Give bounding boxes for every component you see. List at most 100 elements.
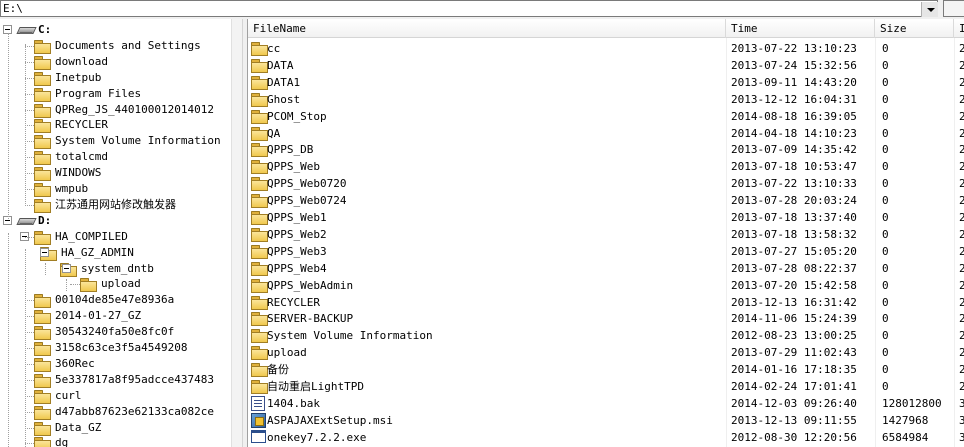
- file-row[interactable]: RECYCLER 2013-12-13 16:31:42 0 2: [248, 294, 964, 311]
- tree-folder-item[interactable]: QPReg_JS_440100012014012: [0, 102, 231, 118]
- tree-folder-item[interactable]: 00104de85e47e8936a: [0, 292, 231, 309]
- file-row[interactable]: QPPS_Web4 2013-07-28 08:22:37 0 2: [248, 260, 964, 277]
- tree-item-label: Inetpub: [55, 70, 102, 84]
- folder-icon: [34, 294, 51, 309]
- tree-folder-item[interactable]: download: [0, 54, 231, 70]
- file-name: DATA: [267, 58, 294, 72]
- tree-folder-item[interactable]: Data_GZ: [0, 420, 231, 436]
- tree-collapse-toggle-icon[interactable]: [62, 263, 71, 273]
- tree-folder-item[interactable]: curl: [0, 388, 231, 404]
- file-row[interactable]: DATA1 2013-09-11 14:43:20 0 2: [248, 74, 964, 91]
- file-row[interactable]: PCOM_Stop 2014-08-18 16:39:05 0 2: [248, 108, 964, 125]
- file-row[interactable]: 自动重启LightTPD 2014-02-24 17:01:41 0 2: [248, 378, 964, 395]
- file-size: 0: [882, 58, 889, 72]
- file-row[interactable]: SERVER-BACKUP 2014-11-06 15:24:39 0 2: [248, 310, 964, 327]
- tree-drive-item[interactable]: C:: [0, 22, 231, 38]
- tree-folder-item[interactable]: wmpub: [0, 181, 231, 197]
- file-row[interactable]: QPPS_Web1 2013-07-18 13:37:40 0 2: [248, 209, 964, 226]
- file-size: 0: [882, 261, 889, 275]
- column-header-time[interactable]: Time: [726, 19, 875, 38]
- file-row[interactable]: Ghost 2013-12-12 16:04:31 0 2: [248, 91, 964, 108]
- tree-connector-line: [25, 141, 34, 143]
- tree-connector-line: [8, 233, 9, 447]
- tree-connector-line: [25, 316, 34, 318]
- tree-item-label: totalcmd: [55, 150, 108, 164]
- file-row[interactable]: upload 2013-07-29 11:02:43 0 2: [248, 344, 964, 361]
- file-row[interactable]: QA 2014-04-18 14:10:23 0 2: [248, 125, 964, 142]
- file-row[interactable]: 备份 2014-01-16 17:18:35 0 2: [248, 361, 964, 378]
- tree-connector-line: [70, 284, 80, 286]
- path-combobox[interactable]: E:\: [0, 0, 938, 17]
- file-time: 2013-07-27 15:05:20: [731, 244, 857, 258]
- tree-folder-item[interactable]: system_dntb: [0, 261, 231, 277]
- file-row[interactable]: QPPS_Web0720 2013-07-22 13:10:33 0 2: [248, 175, 964, 192]
- file-row[interactable]: onekey7.2.2.exe 2012-08-30 12:20:56 658498…: [248, 429, 964, 446]
- file-row[interactable]: QPPS_Web2 2013-07-18 13:58:32 0 2: [248, 226, 964, 243]
- file-attr: 2: [959, 346, 964, 360]
- tree-connector-line: [8, 33, 9, 219]
- file-time: 2014-04-18 14:10:23: [731, 126, 857, 140]
- file-time: 2013-07-20 15:42:58: [731, 278, 857, 292]
- column-header-size[interactable]: Size: [875, 19, 954, 38]
- folder-icon: [34, 103, 51, 118]
- tree-folder-item[interactable]: System Volume Information: [0, 133, 231, 150]
- tree-folder-item[interactable]: d47abb87623e62133ca082ce: [0, 404, 231, 420]
- tree-folder-item[interactable]: HA_COMPILED: [0, 229, 231, 245]
- folder-tree: C: Documents and Settings download Inetpub P…: [0, 19, 242, 447]
- file-row[interactable]: cc 2013-07-22 13:10:23 0 2: [248, 40, 964, 57]
- tree-folder-item[interactable]: Documents and Settings: [0, 38, 231, 54]
- folder-icon: [34, 405, 51, 420]
- tree-connector-line: [25, 379, 34, 381]
- column-header-attr[interactable]: I: [954, 19, 964, 38]
- tree-folder-item[interactable]: RECYCLER: [0, 117, 231, 134]
- tree-item-label: wmpub: [55, 182, 89, 195]
- file-row[interactable]: QPPS_Web0724 2013-07-28 20:03:24 0 2: [248, 192, 964, 209]
- tree-folder-item[interactable]: dg: [0, 435, 231, 447]
- tree-folder-item[interactable]: 5e337817a8f95adcce437483: [0, 372, 231, 388]
- tree-folder-item[interactable]: HA_GZ_ADMIN: [0, 245, 231, 261]
- file-row[interactable]: QPPS_DB 2013-07-09 14:35:42 0 2: [248, 141, 964, 158]
- tree-folder-item[interactable]: Program Files: [0, 86, 231, 102]
- tree-folder-item[interactable]: totalcmd: [0, 149, 231, 166]
- file-name: 备份: [267, 363, 289, 377]
- tree-connector-line: [25, 45, 34, 47]
- file-name: onekey7.2.2.exe: [267, 430, 367, 444]
- tree-item-label: 00104de85e47e8936a: [55, 293, 175, 307]
- file-attr: 2: [959, 363, 964, 377]
- go-button[interactable]: [943, 0, 964, 17]
- tree-item-label: System Volume Information: [55, 134, 221, 148]
- folder-icon: [34, 357, 51, 372]
- file-row[interactable]: System Volume Information 2012-08-23 13:0…: [248, 327, 964, 344]
- file-name: QPPS_DB: [267, 143, 314, 157]
- tree-connector-line: [25, 395, 34, 397]
- file-row[interactable]: QPPS_WebAdmin 2013-07-20 15:42:58 0 2: [248, 277, 964, 294]
- file-attr: 3: [959, 430, 964, 444]
- column-header-filename[interactable]: FileName: [248, 19, 726, 38]
- folder-icon: [251, 92, 268, 107]
- tree-collapse-toggle-icon[interactable]: [40, 247, 49, 257]
- file-row[interactable]: 1404.bak 2014-12-03 09:26:40 128012800 3: [248, 395, 964, 412]
- file-attr: 2: [959, 75, 964, 89]
- tree-folder-item[interactable]: Inetpub: [0, 70, 231, 86]
- tree-folder-item[interactable]: WINDOWS: [0, 165, 231, 182]
- tree-folder-item[interactable]: 360Rec: [0, 356, 231, 372]
- file-row[interactable]: QPPS_Web 2013-07-18 10:53:47 0 2: [248, 158, 964, 175]
- tree-folder-item[interactable]: 3158c63ce3f5a4549208: [0, 340, 231, 356]
- file-row[interactable]: ASPAJAXExtSetup.msi 2013-12-13 09:11:55 14…: [248, 412, 964, 429]
- file-size: 0: [882, 194, 889, 208]
- tree-drive-item[interactable]: D:: [0, 213, 231, 229]
- file-row[interactable]: QPPS_Web3 2013-07-27 15:05:20 0 2: [248, 243, 964, 260]
- folder-icon: [34, 421, 51, 436]
- tree-folder-item[interactable]: 2014-01-27_GZ: [0, 308, 231, 325]
- file-name: QPPS_Web3: [267, 244, 327, 258]
- file-name: QPPS_Web1: [267, 211, 327, 224]
- file-row[interactable]: DATA 2013-07-24 15:32:56 0 2: [248, 57, 964, 74]
- tree-folder-item[interactable]: 江苏通用网站修改触发器: [0, 197, 231, 213]
- tree-folder-item[interactable]: upload: [0, 276, 231, 293]
- tree-vertical-scrollbar[interactable]: [231, 19, 242, 447]
- folder-icon: [251, 143, 268, 158]
- file-name: QA: [267, 126, 281, 140]
- path-dropdown-arrow-icon[interactable]: [921, 2, 938, 17]
- file-size: 128012800: [882, 396, 942, 410]
- tree-folder-item[interactable]: 30543240fa50e8fc0f: [0, 324, 231, 341]
